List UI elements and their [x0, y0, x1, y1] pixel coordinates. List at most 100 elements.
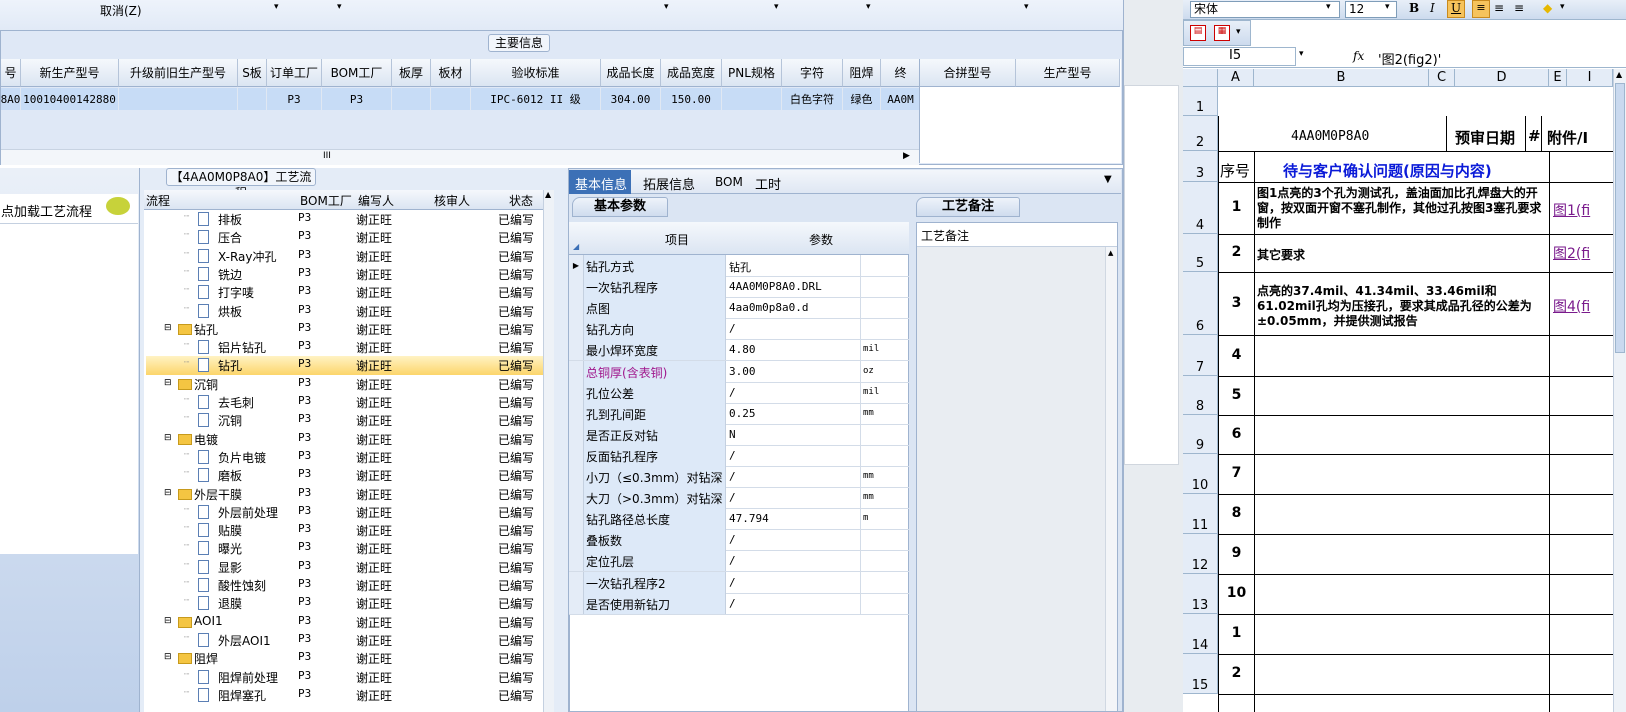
- param-value[interactable]: /: [729, 386, 736, 399]
- dropdown-arrow-icon[interactable]: ▾: [1326, 2, 1331, 12]
- cancel-button[interactable]: 取消(Z): [100, 2, 142, 19]
- column-header[interactable]: 升级前旧生产型号: [119, 59, 238, 87]
- seq-number[interactable]: 2: [1219, 665, 1254, 681]
- remark-scrollbar[interactable]: ▲: [1105, 247, 1117, 711]
- tree-row[interactable]: ┈ 曝光 P3 谢正旺 已编写: [146, 539, 544, 558]
- table-cell[interactable]: [431, 88, 471, 110]
- tab-process-remark[interactable]: 工艺备注: [916, 197, 1020, 217]
- column-header[interactable]: B: [1254, 69, 1429, 87]
- collapse-icon[interactable]: ⊟: [164, 433, 172, 443]
- column-header[interactable]: PNL规格: [722, 59, 782, 87]
- row-header[interactable]: 3: [1183, 151, 1218, 182]
- column-header[interactable]: 字符: [782, 59, 843, 87]
- column-header[interactable]: 参数: [809, 231, 833, 248]
- param-value[interactable]: /: [729, 449, 736, 462]
- column-header[interactable]: 新生产型号: [21, 59, 119, 87]
- hash-label[interactable]: #: [1528, 127, 1541, 145]
- row-selector[interactable]: [569, 508, 584, 530]
- question-header[interactable]: 待与客户确认问题(原因与内容): [1283, 160, 1492, 181]
- row-selector[interactable]: [569, 339, 584, 361]
- param-row[interactable]: 大刀（>0.3mm）对钻深度/ mm: [569, 487, 909, 523]
- seq-number[interactable]: 1: [1219, 199, 1254, 215]
- column-header[interactable]: I: [1567, 69, 1613, 87]
- tree-row[interactable]: ⊟ AOI1 P3 谢正旺 已编写: [146, 613, 544, 632]
- column-header[interactable]: D: [1455, 69, 1549, 87]
- seq-number[interactable]: 9: [1219, 545, 1254, 561]
- name-box[interactable]: I5: [1183, 47, 1296, 66]
- formula-input[interactable]: '图2(fig2)': [1378, 49, 1441, 68]
- param-value[interactable]: 4AA0M0P8A0.DRL: [729, 280, 822, 293]
- column-header[interactable]: BOM工厂: [322, 59, 392, 87]
- seq-number[interactable]: 10: [1219, 585, 1254, 601]
- tree-row[interactable]: ⊟ 阻焊 P3 谢正旺 已编写: [146, 649, 544, 668]
- tree-row[interactable]: ┈ X-Ray冲孔 P3 谢正旺 已编写: [146, 247, 544, 266]
- model-number[interactable]: 4AA0M0P8A0: [1291, 129, 1369, 144]
- param-value[interactable]: /: [729, 491, 736, 504]
- table-cell[interactable]: P3: [267, 88, 322, 110]
- tree-row[interactable]: ┈ 磨板 P3 谢正旺 已编写: [146, 466, 544, 485]
- seq-number[interactable]: 2: [1219, 244, 1254, 260]
- tab-bom[interactable]: BOM: [715, 175, 743, 189]
- row-header[interactable]: 8: [1183, 376, 1218, 415]
- row-selector[interactable]: [569, 550, 584, 572]
- vertical-scrollbar[interactable]: ▲: [543, 190, 554, 712]
- question-2[interactable]: 其它要求: [1257, 246, 1547, 263]
- scroll-up-icon[interactable]: ▲: [1616, 70, 1622, 79]
- table-cell[interactable]: IPC-6012 II 级: [471, 88, 601, 110]
- pre-review-date-label[interactable]: 预审日期: [1455, 127, 1515, 148]
- tab-work-hours[interactable]: 工时: [755, 174, 781, 193]
- tree-row[interactable]: ⊟ 外层干膜 P3 谢正旺 已编写: [146, 485, 544, 504]
- tree-row[interactable]: ┈ 铣边 P3 谢正旺 已编写: [146, 265, 544, 284]
- param-row[interactable]: 一次钻孔程序2/: [569, 571, 909, 594]
- row-header[interactable]: 4: [1183, 182, 1218, 234]
- row-header[interactable]: 9: [1183, 415, 1218, 454]
- column-header[interactable]: 合拼型号: [920, 59, 1016, 87]
- row-selector[interactable]: [569, 487, 584, 509]
- dropdown-arrow-icon[interactable]: ▾: [1236, 27, 1241, 37]
- attachment-label[interactable]: 附件/I: [1547, 127, 1588, 148]
- tab-menu-icon[interactable]: ▼: [1104, 174, 1112, 185]
- param-row[interactable]: 小刀（≤0.3mm）对钻深度/ mm: [569, 466, 909, 502]
- dropdown-arrow-icon[interactable]: ▾: [1299, 49, 1304, 59]
- param-row[interactable]: 反面钻孔程序 /: [569, 444, 909, 467]
- param-value[interactable]: /: [729, 554, 736, 567]
- tree-row[interactable]: ┈ 酸性蚀刻 P3 谢正旺 已编写: [146, 576, 544, 595]
- param-value[interactable]: /: [729, 322, 736, 335]
- tree-row[interactable]: ⊟ 钻孔 P3 谢正旺 已编写: [146, 320, 544, 339]
- seq-number[interactable]: 7: [1219, 465, 1254, 481]
- load-flow-row[interactable]: 点加载工艺流程: [0, 194, 138, 224]
- dropdown-arrow-icon[interactable]: ▾: [1024, 2, 1029, 12]
- table-cell[interactable]: 白色字符: [782, 88, 843, 110]
- column-header[interactable]: 板材: [431, 59, 471, 87]
- dropdown-arrow-icon[interactable]: ▾: [274, 2, 279, 12]
- tree-row[interactable]: ┈ 贴膜 P3 谢正旺 已编写: [146, 521, 544, 540]
- param-value[interactable]: 0.25: [729, 407, 756, 420]
- row-header[interactable]: 10: [1183, 454, 1218, 494]
- scroll-up-icon[interactable]: ▲: [1108, 249, 1113, 257]
- row-selector[interactable]: [569, 529, 584, 551]
- table-cell[interactable]: 绿色: [843, 88, 881, 110]
- seq-number[interactable]: 4: [1219, 347, 1254, 363]
- tree-row[interactable]: ┈ 烘板 P3 谢正旺 已编写: [146, 302, 544, 321]
- row-header[interactable]: 14: [1183, 614, 1218, 654]
- seq-number[interactable]: 1: [1219, 625, 1254, 641]
- column-header[interactable]: 生产型号: [1016, 59, 1120, 87]
- column-header[interactable]: 成品长度: [601, 59, 661, 87]
- attachment-link[interactable]: 图4(fi: [1553, 296, 1590, 316]
- column-header[interactable]: 阻焊: [843, 59, 881, 87]
- seq-header[interactable]: 序号: [1220, 160, 1250, 181]
- tree-row[interactable]: ┈ 排板 P3 谢正旺 已编写: [146, 210, 544, 229]
- tree-row[interactable]: ┈ 负片电镀 P3 谢正旺 已编写: [146, 448, 544, 467]
- param-value[interactable]: 4aa0m0p8a0.d: [729, 301, 808, 314]
- param-row[interactable]: 孔位公差 / mil: [569, 381, 909, 404]
- select-all-corner[interactable]: [1183, 69, 1218, 87]
- row-selector[interactable]: [569, 360, 584, 382]
- row-header[interactable]: 11: [1183, 494, 1218, 534]
- tab-extended-info[interactable]: 拓展信息: [643, 174, 695, 193]
- param-row[interactable]: 点图 4aa0m0p8a0.d: [569, 297, 909, 320]
- collapse-icon[interactable]: ⊟: [164, 488, 172, 498]
- scroll-right-icon[interactable]: ▶: [903, 151, 910, 161]
- attachment-link[interactable]: 图2(fi: [1553, 243, 1590, 263]
- row-selector[interactable]: [569, 571, 584, 593]
- tree-row[interactable]: ┈ 退膜 P3 谢正旺 已编写: [146, 594, 544, 613]
